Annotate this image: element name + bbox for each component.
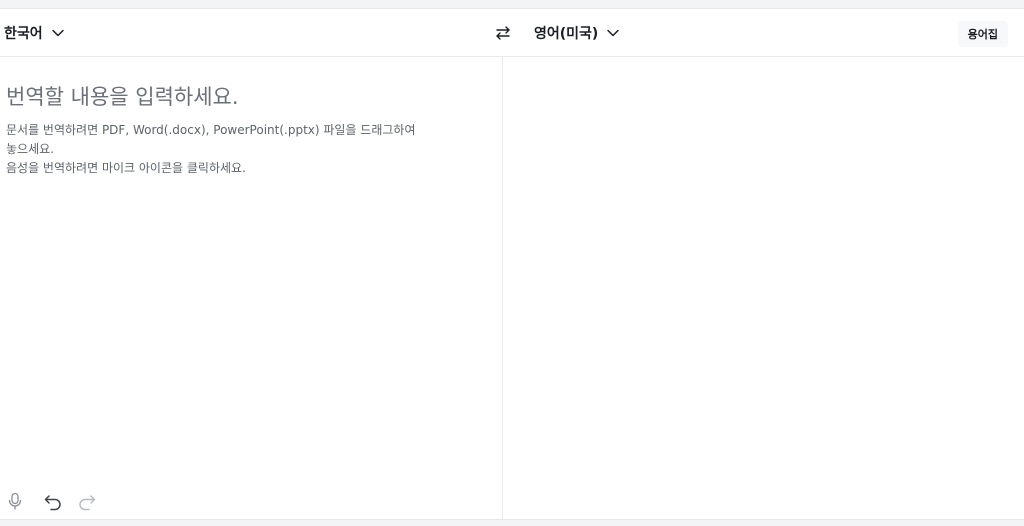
redo-icon[interactable] [77,491,97,511]
translator-app: 한국어 영어(미국) 용어집 번역할 내용을 입력하세요. 문서를 번역하려면 … [0,8,1024,520]
source-text-panel[interactable]: 번역할 내용을 입력하세요. 문서를 번역하려면 PDF, Word(.docx… [0,57,502,519]
source-language-label: 한국어 [4,26,43,42]
source-input-placeholder[interactable]: 번역할 내용을 입력하세요. [6,81,239,111]
hint-line: 음성을 번역하려면 마이크 아이콘을 클릭하세요. [6,161,246,175]
hint-line: 놓으세요. [6,142,54,156]
target-language-label: 영어(미국) [534,26,599,42]
hint-line: 문서를 번역하려면 PDF, Word(.docx), PowerPoint(.… [6,123,416,137]
microphone-icon[interactable] [5,491,25,511]
chevron-down-icon [51,29,64,37]
target-text-panel [503,57,1024,519]
undo-icon[interactable] [43,491,63,511]
chevron-down-icon [607,29,620,37]
glossary-button[interactable]: 용어집 [957,21,1008,47]
target-language-selector[interactable]: 영어(미국) [534,9,620,57]
language-bar: 한국어 영어(미국) 용어집 [0,9,1024,57]
source-language-selector[interactable]: 한국어 [4,9,65,57]
swap-languages-icon[interactable] [494,24,512,42]
source-hint: 문서를 번역하려면 PDF, Word(.docx), PowerPoint(.… [6,121,446,178]
